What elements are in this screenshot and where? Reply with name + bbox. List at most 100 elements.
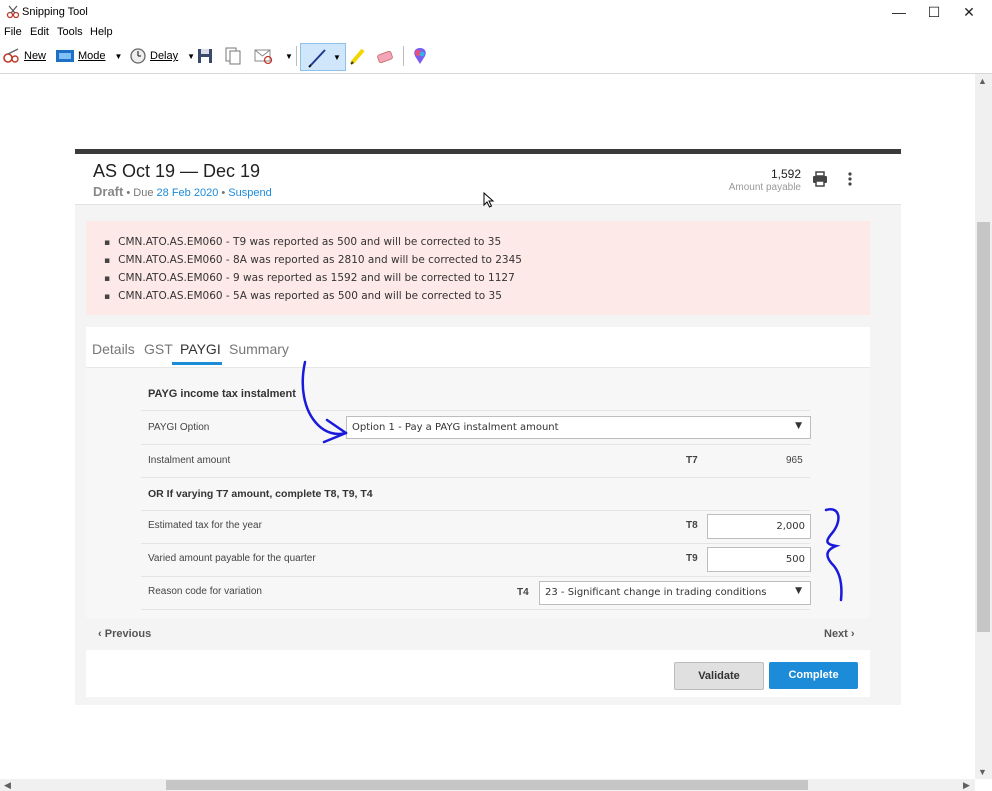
delay-dropdown-icon[interactable]: ▼	[187, 52, 195, 61]
send-email-button[interactable]: ▼	[253, 46, 293, 66]
clock-icon	[130, 48, 146, 64]
menu-bar: File Edit Tools Help	[0, 24, 992, 40]
varied-amount-input[interactable]: 500	[707, 547, 811, 572]
vertical-scroll-thumb[interactable]	[977, 222, 990, 632]
error-item: CMN.ATO.AS.EM060 - 5A was reported as 50…	[104, 290, 522, 308]
row-divider	[141, 609, 810, 610]
section-title: PAYG income tax instalment	[148, 388, 296, 400]
copy-icon[interactable]	[224, 46, 242, 66]
next-label: Next	[824, 628, 848, 640]
due-prefix: • Due	[123, 187, 157, 199]
complete-button[interactable]: Complete	[769, 662, 858, 689]
paint3d-icon[interactable]	[412, 46, 428, 66]
step-navigation	[86, 618, 870, 650]
new-label: New	[24, 50, 47, 62]
reason-code-value: 23 - Significant change in trading condi…	[545, 587, 767, 598]
instalment-amount-label: Instalment amount	[148, 455, 231, 466]
varied-amount-value: 500	[785, 554, 805, 565]
active-tab-indicator	[172, 362, 222, 365]
paygi-option-value: Option 1 - Pay a PAYG instalment amount	[352, 422, 559, 433]
toolbar-separator	[296, 46, 297, 66]
toolbar: New Mode ▼ Delay ▼ ▼ ▼	[0, 40, 992, 72]
scroll-left-arrow-icon[interactable]: ◀	[4, 780, 11, 791]
paygi-option-label: PAYGI Option	[148, 422, 210, 433]
row-divider	[141, 410, 810, 411]
scroll-down-arrow-icon[interactable]: ▼	[978, 767, 987, 777]
pen-dropdown-icon[interactable]: ▼	[333, 53, 341, 62]
scroll-up-arrow-icon[interactable]: ▲	[978, 76, 987, 86]
new-button[interactable]: New	[2, 46, 46, 66]
reason-code: T4	[517, 587, 529, 598]
save-icon[interactable]	[197, 46, 213, 66]
row-divider	[141, 444, 810, 445]
tab-paygi[interactable]: PAYGI	[180, 341, 221, 357]
tab-gst[interactable]: GST	[144, 341, 173, 357]
pen-icon	[308, 49, 326, 68]
scroll-right-arrow-icon[interactable]: ▶	[963, 780, 970, 791]
page-title: AS Oct 19 — Dec 19	[93, 161, 261, 181]
instalment-amount-value: 965	[786, 455, 803, 466]
chevron-right-icon: ›	[847, 628, 855, 640]
send-email-icon	[254, 49, 273, 65]
mode-dropdown-icon[interactable]: ▼	[115, 52, 123, 61]
varied-amount-code: T9	[686, 553, 698, 564]
varying-section-title: OR If varying T7 amount, complete T8, T9…	[148, 488, 373, 500]
next-button[interactable]: Next ›	[824, 628, 855, 640]
scissors-icon	[6, 5, 20, 19]
eraser-icon[interactable]	[375, 46, 395, 66]
mode-label: Mode	[78, 50, 106, 62]
menu-edit[interactable]: Edit	[30, 26, 49, 38]
row-divider	[141, 576, 810, 577]
print-icon[interactable]	[812, 171, 828, 187]
error-list: CMN.ATO.AS.EM060 - T9 was reported as 50…	[104, 236, 522, 308]
error-item: CMN.ATO.AS.EM060 - T9 was reported as 50…	[104, 236, 522, 254]
separator-dot: •	[218, 187, 229, 199]
due-date-link[interactable]: 28 Feb 2020	[157, 187, 219, 199]
more-options-icon[interactable]	[846, 171, 854, 187]
close-button[interactable]: ✕	[951, 0, 987, 24]
mode-icon	[56, 50, 74, 62]
maximize-button[interactable]: ☐	[916, 0, 952, 24]
reason-code-select[interactable]: 23 - Significant change in trading condi…	[539, 581, 811, 605]
paygi-option-select[interactable]: Option 1 - Pay a PAYG instalment amount …	[346, 416, 811, 439]
delay-button[interactable]: Delay ▼	[129, 46, 195, 66]
chevron-down-icon: ▼	[795, 421, 802, 431]
previous-label: Previous	[104, 628, 152, 640]
validate-button[interactable]: Validate	[674, 662, 764, 690]
tab-summary[interactable]: Summary	[229, 341, 289, 357]
reason-code-label: Reason code for variation	[148, 586, 262, 597]
window-title: Snipping Tool	[22, 6, 88, 18]
delay-label: Delay	[150, 50, 179, 62]
amount-payable-value: 1,592	[770, 167, 801, 181]
minimize-button[interactable]: —	[881, 0, 917, 24]
row-divider	[141, 510, 810, 511]
toolbar-separator	[403, 46, 404, 66]
status-line: Draft • Due 28 Feb 2020 • Suspend	[93, 184, 272, 199]
chevron-down-icon: ▼	[795, 586, 802, 596]
estimated-tax-input[interactable]: 2,000	[707, 514, 811, 539]
highlighter-icon[interactable]	[348, 46, 368, 66]
menu-help[interactable]: Help	[90, 26, 113, 38]
estimated-tax-value: 2,000	[776, 521, 805, 532]
estimated-tax-code: T8	[686, 520, 698, 531]
error-item: CMN.ATO.AS.EM060 - 9 was reported as 159…	[104, 272, 522, 290]
new-snip-icon	[3, 48, 19, 63]
amount-payable-label: Amount payable	[728, 182, 801, 193]
suspend-link[interactable]: Suspend	[228, 187, 271, 199]
toolbar-divider	[0, 73, 992, 74]
menu-tools[interactable]: Tools	[57, 26, 83, 38]
pen-button[interactable]: ▼	[300, 43, 346, 71]
mouse-cursor-icon	[483, 192, 495, 208]
title-bar	[0, 0, 992, 24]
menu-file[interactable]: File	[4, 26, 22, 38]
previous-button[interactable]: ‹ Previous	[98, 628, 151, 640]
mode-button[interactable]: Mode ▼	[55, 46, 122, 66]
estimated-tax-label: Estimated tax for the year	[148, 520, 262, 531]
instalment-code: T7	[686, 455, 698, 466]
status-badge: Draft	[93, 184, 124, 199]
send-dropdown-icon[interactable]: ▼	[285, 52, 293, 61]
error-item: CMN.ATO.AS.EM060 - 8A was reported as 28…	[104, 254, 522, 272]
row-divider	[141, 543, 810, 544]
horizontal-scroll-thumb[interactable]	[166, 780, 808, 790]
tab-details[interactable]: Details	[92, 341, 135, 357]
